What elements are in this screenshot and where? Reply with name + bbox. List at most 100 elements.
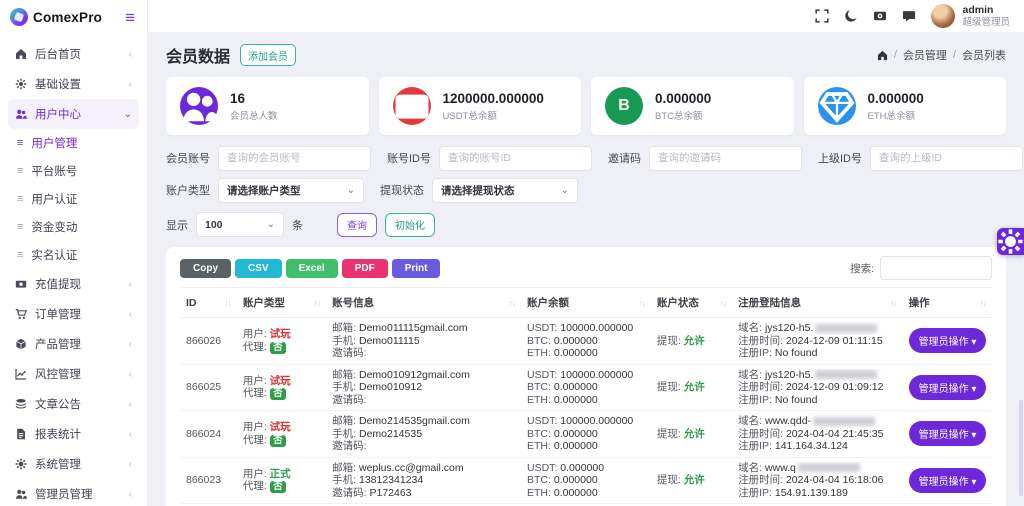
settings-fab[interactable] xyxy=(997,228,1024,255)
sort-icon[interactable]: ↑↓ xyxy=(720,298,727,308)
sidebar-subitem[interactable]: ≡ 实名认证 xyxy=(8,241,139,269)
export-button[interactable]: PDF xyxy=(342,259,388,278)
user-menu[interactable]: admin 超级管理员 xyxy=(931,4,1010,29)
column-header[interactable]: 账号信息 ↑↓ xyxy=(326,288,521,318)
app-logo[interactable]: ComexPro xyxy=(10,8,102,26)
vertical-scrollbar[interactable] xyxy=(1019,400,1023,496)
sort-icon[interactable]: ↑↓ xyxy=(980,298,987,308)
sidebar-item[interactable]: 充值提现 ‹ xyxy=(8,269,139,299)
home-icon[interactable] xyxy=(877,50,888,61)
column-header[interactable]: 注册登陆信息 ↑↓ xyxy=(732,288,903,318)
filter-field: 提现状态 请选择提现状态 ⌄ xyxy=(380,177,578,203)
eth-icon xyxy=(818,87,856,125)
stat-label: BTC总余额 xyxy=(655,108,711,122)
sort-icon[interactable]: ↑↓ xyxy=(509,298,516,308)
sidebar-item[interactable]: 基础设置 ‹ xyxy=(8,69,139,99)
stat-label: 会员总人数 xyxy=(230,108,278,122)
sidebar-item[interactable]: 产品管理 ‹ xyxy=(8,329,139,359)
sidebar-subitem-label: 用户管理 xyxy=(31,135,77,151)
column-header[interactable]: 账户类型 ↑↓ xyxy=(237,288,326,318)
filter-input[interactable] xyxy=(439,146,592,171)
column-header[interactable]: 账户余额 ↑↓ xyxy=(521,288,651,318)
export-button[interactable]: Print xyxy=(392,259,441,278)
fullscreen-icon[interactable] xyxy=(815,9,829,23)
cell-account-type: 用户: 试玩 代理: 否 xyxy=(237,364,326,411)
email-value: weplus.cc@gmail.com xyxy=(359,462,464,474)
email-value: Demo011115gmail.com xyxy=(359,322,468,334)
list-icon: ≡ xyxy=(17,137,23,149)
table-row: 866023 用户: 正式 代理: 否 邮箱: weplus.cc@gmail.… xyxy=(180,457,992,504)
sort-icon[interactable]: ↑↓ xyxy=(314,298,321,308)
add-member-button[interactable]: 添加会员 xyxy=(240,44,296,66)
sidebar-subitem[interactable]: ≡ 平台账号 xyxy=(8,157,139,185)
sidebar-item-label: 基础设置 xyxy=(35,76,81,92)
sidebar-item[interactable]: 后台首页 ‹ xyxy=(8,39,139,69)
sidebar-item[interactable]: 管理员管理 ‹ xyxy=(8,479,139,506)
domain-value: www.q xyxy=(765,462,796,474)
filter-input[interactable] xyxy=(649,146,802,171)
stat-value: 1200000.000000 xyxy=(443,91,544,106)
breadcrumb-item[interactable]: / 会员列表 xyxy=(953,47,1006,63)
moon-icon[interactable] xyxy=(844,9,858,23)
filter-select[interactable]: 请选择提现状态 ⌄ xyxy=(432,178,578,203)
export-button[interactable]: CSV xyxy=(235,259,282,278)
filter-select[interactable]: 请选择账户类型 ⌄ xyxy=(218,178,364,203)
register-ip-value: No found xyxy=(775,394,818,406)
export-button[interactable]: Excel xyxy=(286,259,338,278)
sidebar-item-label: 管理员管理 xyxy=(35,486,93,502)
hamburger-icon[interactable]: ≡ xyxy=(125,9,135,26)
chat-icon[interactable] xyxy=(902,9,916,23)
cell-account-info: 邮箱: Demo010912gmail.com 手机: Demo010912 邀… xyxy=(326,364,521,411)
sidebar-item[interactable]: 系统管理 ‹ xyxy=(8,449,139,479)
admin-action-button[interactable]: 管理员操作 ▾ xyxy=(909,328,987,353)
query-button[interactable]: 查询 xyxy=(337,213,377,237)
stat-card: B 0.000000 BTC总余额 xyxy=(591,77,794,135)
avatar[interactable] xyxy=(931,4,955,28)
admin-action-button[interactable]: 管理员操作 ▾ xyxy=(909,421,987,446)
filter-input[interactable] xyxy=(870,146,1023,171)
stat-value: 16 xyxy=(230,91,278,106)
register-ip-value: No found xyxy=(775,347,818,359)
sidebar-item[interactable]: 报表统计 ‹ xyxy=(8,419,139,449)
breadcrumb-item[interactable]: / 会员管理 xyxy=(894,47,947,63)
sidebar-subitem[interactable]: ≡ 资金变动 xyxy=(8,213,139,241)
admin-action-button[interactable]: 管理员操作 ▾ xyxy=(909,375,987,400)
column-header[interactable]: ID ↑↓ xyxy=(180,288,237,318)
breadcrumb-label: 会员列表 xyxy=(962,47,1006,63)
page-title: 会员数据 xyxy=(166,43,230,67)
sidebar-item-label: 订单管理 xyxy=(35,306,81,322)
pagesize-select[interactable]: 100 ⌄ xyxy=(196,212,284,237)
cell-balance: USDT: 0.000000 BTC: 0.000000 ETH: 0.0000… xyxy=(521,457,651,504)
filter-label: 会员账号 xyxy=(166,150,210,166)
agent-badge: 否 xyxy=(270,481,287,493)
email-value: Demo010912gmail.com xyxy=(359,369,470,381)
phone-value: Demo010912 xyxy=(359,381,422,393)
filter-field: 邀请码 xyxy=(608,145,802,171)
camera-icon[interactable] xyxy=(873,9,887,23)
filter-input[interactable] xyxy=(218,146,371,171)
domain-value: www.qdd- xyxy=(765,415,811,427)
eth-value: 0.000000 xyxy=(554,487,598,499)
column-header[interactable]: 操作 ↑↓ xyxy=(903,288,992,318)
sort-icon[interactable]: ↑↓ xyxy=(638,298,645,308)
filter-field: 会员账号 xyxy=(166,145,371,171)
chevron-down-icon: ⌄ xyxy=(347,185,355,196)
sidebar-subitem[interactable]: ≡ 用户认证 xyxy=(8,185,139,213)
domain-value: jys120-h5. xyxy=(765,369,813,381)
register-time-value: 2024-12-09 01:11:15 xyxy=(786,335,883,347)
sort-icon[interactable]: ↑↓ xyxy=(224,298,231,308)
sidebar-item-user-center[interactable]: 用户中心 ⌄ xyxy=(8,99,139,129)
sidebar-item[interactable]: 风控管理 ‹ xyxy=(8,359,139,389)
admin-action-button[interactable]: 管理员操作 ▾ xyxy=(909,468,987,493)
search-input[interactable] xyxy=(880,256,992,280)
sidebar-subitem[interactable]: ≡ 用户管理 xyxy=(8,129,139,157)
column-header[interactable]: 账户状态 ↑↓ xyxy=(651,288,732,318)
sidebar-item[interactable]: 订单管理 ‹ xyxy=(8,299,139,329)
reset-button[interactable]: 初始化 xyxy=(385,213,435,237)
sort-icon[interactable]: ↑↓ xyxy=(890,298,897,308)
sidebar-item[interactable]: 文章公告 ‹ xyxy=(8,389,139,419)
search-label: 搜索: xyxy=(850,261,874,276)
caret-down-icon: ▾ xyxy=(971,430,976,441)
export-button[interactable]: Copy xyxy=(180,259,231,278)
filter-label: 账号ID号 xyxy=(387,150,431,166)
